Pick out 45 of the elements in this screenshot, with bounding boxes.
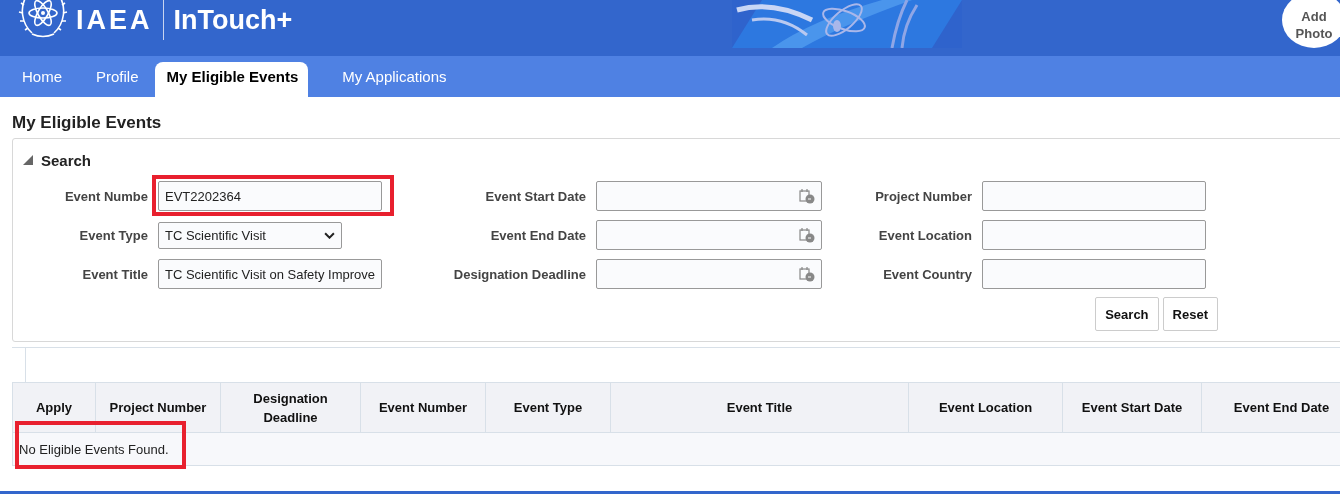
input-field[interactable] bbox=[982, 181, 1206, 211]
logo-text: IAEA bbox=[76, 4, 153, 36]
calendar-icon[interactable] bbox=[799, 188, 815, 204]
add-photo-button[interactable]: Add Photo bbox=[1282, 0, 1340, 48]
calendar-icon[interactable] bbox=[799, 266, 815, 282]
form-button[interactable]: Reset bbox=[1162, 297, 1218, 331]
date-field[interactable] bbox=[596, 259, 822, 289]
column-header: Event Start Date bbox=[1063, 383, 1202, 432]
input-field[interactable]: TC Scientific Visit on Safety Improve bbox=[158, 259, 382, 289]
column-header: Event Location bbox=[909, 383, 1063, 432]
date-field[interactable] bbox=[596, 181, 822, 211]
field-label: Event Type bbox=[78, 227, 149, 243]
field-label: Designation Deadline bbox=[452, 266, 587, 282]
page-title: My Eligible Events bbox=[11, 112, 163, 134]
chevron-down-icon[interactable] bbox=[324, 231, 335, 239]
form-button[interactable]: Search bbox=[1095, 297, 1159, 331]
column-header: Event Title bbox=[611, 383, 909, 432]
field-label: Event End Date bbox=[489, 227, 587, 243]
field-label: Event Numbe bbox=[63, 188, 149, 204]
empty-message: No Eligible Events Found. bbox=[18, 441, 169, 457]
column-header: Event Type bbox=[486, 383, 611, 432]
emblem-icon bbox=[18, 0, 68, 39]
input-field[interactable] bbox=[982, 259, 1206, 289]
field-label: Event Title bbox=[81, 266, 149, 282]
field-label: Event Location bbox=[877, 227, 973, 243]
column-header: Event End Date bbox=[1202, 383, 1340, 432]
column-header: Event Number bbox=[361, 383, 486, 432]
nav-tab[interactable]: My Eligible Events bbox=[154, 62, 309, 97]
calendar-icon[interactable] bbox=[799, 227, 815, 243]
column-header: Project Number bbox=[96, 383, 221, 432]
type-dropdown[interactable]: TC Scientific Visit bbox=[158, 221, 342, 249]
app-name: InTouch+ bbox=[173, 4, 293, 36]
column-header: Apply bbox=[13, 383, 96, 432]
column-header: Designation Deadline bbox=[221, 383, 361, 432]
input-field[interactable]: EVT2202364 bbox=[158, 181, 382, 211]
nav-tab[interactable]: Home bbox=[4, 62, 76, 97]
field-label: Event Country bbox=[882, 266, 973, 282]
nav-tab[interactable]: My Applications bbox=[324, 62, 461, 97]
nav-tab[interactable]: Profile bbox=[78, 62, 153, 97]
field-label: Event Start Date bbox=[484, 188, 587, 204]
panel-title: Search bbox=[41, 151, 92, 169]
field-label: Project Number bbox=[874, 188, 973, 204]
date-field[interactable] bbox=[596, 220, 822, 250]
collapse-icon[interactable] bbox=[23, 155, 33, 165]
input-field[interactable] bbox=[982, 220, 1206, 250]
